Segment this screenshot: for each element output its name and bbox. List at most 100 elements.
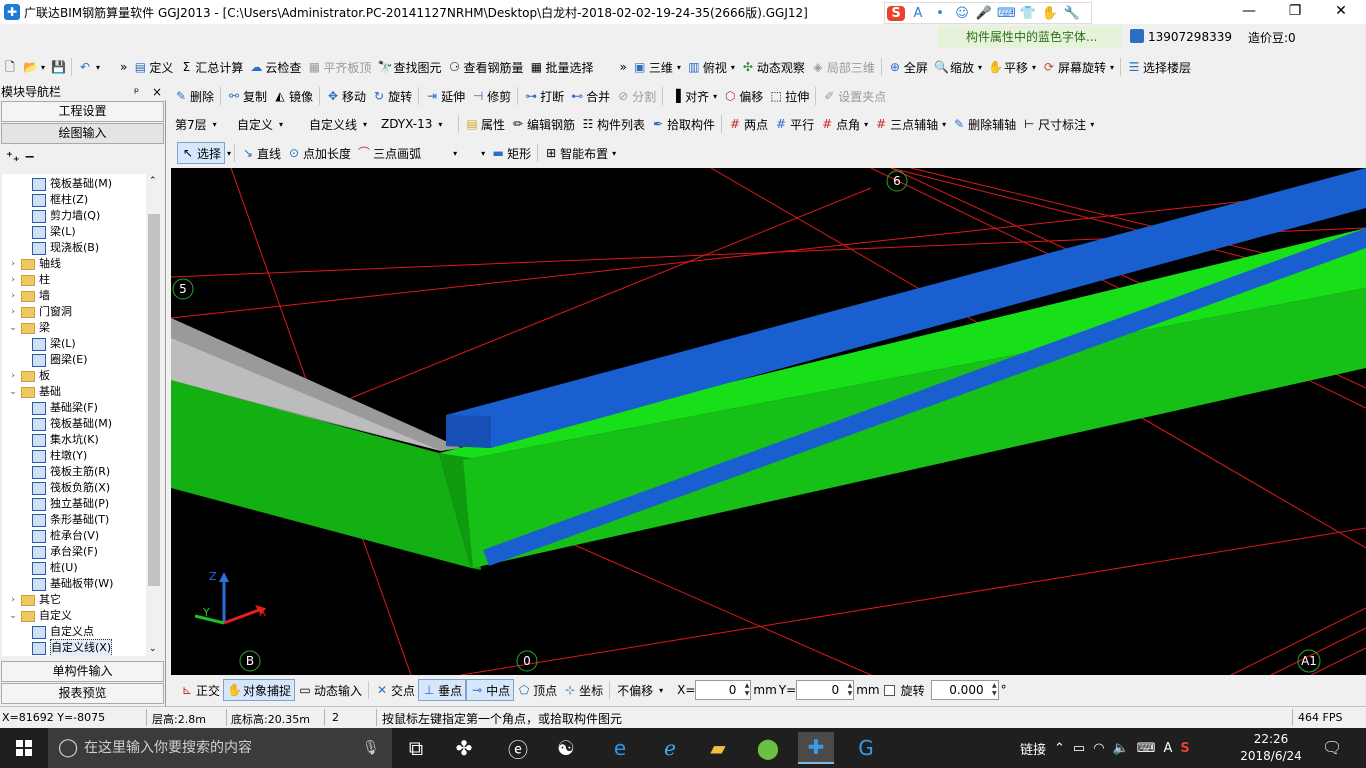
delete-axis-button[interactable]: ✎ 删除辅轴 <box>949 113 1019 135</box>
select-dropdown-icon[interactable]: ▾ <box>227 149 231 158</box>
ime-keyboard-icon[interactable]: ⌨ <box>997 6 1016 21</box>
close-button[interactable]: ✕ <box>1318 0 1364 24</box>
keyboard-icon[interactable]: ⌨ <box>1137 741 1156 756</box>
offset-mode-select[interactable]: 不偏移 ▾ <box>613 680 675 700</box>
open-file-icon[interactable]: 📂 ▾ <box>20 56 48 78</box>
drawing-viewport[interactable]: 6 5 B 0 A1 Z X Y <box>171 168 1366 675</box>
tree-item[interactable]: 剪力墙(Q) <box>32 208 100 224</box>
tree-expander-icon[interactable]: ⌄ <box>8 608 18 624</box>
scene-3d[interactable]: 6 5 B 0 A1 Z X Y <box>171 168 1366 675</box>
object-snap-button[interactable]: ✋ 对象捕捉 <box>223 679 296 701</box>
coordinate-snap-button[interactable]: ⊹ 坐标 <box>560 679 606 701</box>
rectangle-button[interactable]: ▬ 矩形 <box>488 142 534 164</box>
tree-item[interactable]: 桩承台(V) <box>32 528 99 544</box>
tree-item[interactable]: 筏板基础(M) <box>32 416 112 432</box>
battery-icon[interactable]: ▭ <box>1073 741 1085 756</box>
line-button[interactable]: ↘ 直线 <box>238 142 284 164</box>
tree-item[interactable]: 筏板主筋(R) <box>32 464 110 480</box>
fan-app-icon[interactable]: ✤ <box>446 732 482 764</box>
batch-select-button[interactable]: ▦ 批量选择 <box>526 56 596 78</box>
screen-rotate-button[interactable]: ⟳ 屏幕旋转 ▾ <box>1039 56 1117 78</box>
single-input-button[interactable]: 单构件输入 <box>1 661 164 682</box>
taskbar-clock[interactable]: 22:26 2018/6/24 <box>1240 731 1302 765</box>
align-slab-button[interactable]: ▦ 平齐板顶 <box>304 56 374 78</box>
ime-emoji-icon[interactable]: ☺ <box>953 6 971 21</box>
dynamic-view-button[interactable]: ✣ 动态观察 <box>738 56 808 78</box>
tree-expander-icon[interactable]: › <box>8 592 18 608</box>
three-point-arc-button[interactable]: ⌒ 三点画弧 ▾ <box>354 142 460 164</box>
zoom-button[interactable]: 🔍 缩放 ▾ <box>931 56 985 78</box>
align-button[interactable]: ▐ 对齐 ▾ <box>666 85 720 107</box>
project-settings-button[interactable]: 工程设置 <box>1 101 164 122</box>
select-button[interactable]: ↖ 选择 <box>177 142 226 164</box>
summary-calc-button[interactable]: Σ 汇总计算 <box>176 56 246 78</box>
define-button[interactable]: ▤ 定义 <box>130 56 176 78</box>
tree-item[interactable]: 自定义点 <box>32 624 94 640</box>
select-floor-button[interactable]: ☰ 选择楼层 <box>1124 56 1194 78</box>
task-view-icon[interactable]: ⧉ <box>398 732 434 764</box>
component-select[interactable]: ZDYX-13 ▾ <box>377 114 455 134</box>
notification-icon[interactable]: 🗨 <box>1322 738 1342 757</box>
tree-item[interactable]: 独立基础(P) <box>32 496 109 512</box>
tree-item[interactable]: 框柱(Z) <box>32 192 88 208</box>
windows-start-icon[interactable] <box>0 728 48 768</box>
midpoint-snap-button[interactable]: ⊸ 中点 <box>466 679 515 701</box>
tray-link-label[interactable]: 链接 <box>1020 739 1046 758</box>
tree-scroll-thumb[interactable] <box>148 214 160 586</box>
edit-rebar-button[interactable]: ✏ 编辑钢筋 <box>508 113 578 135</box>
toolbar-overflow-icon[interactable]: » <box>616 56 629 78</box>
ime-mode[interactable]: A <box>1164 741 1173 756</box>
copy-button[interactable]: ⚯ 复制 <box>224 85 270 107</box>
point-length-button[interactable]: ⊙ 点加长度 <box>284 142 354 164</box>
two-points-button[interactable]: # 两点 <box>725 113 771 135</box>
break-button[interactable]: ⊶ 打断 <box>521 85 567 107</box>
sogou-tray-icon[interactable]: S <box>1180 741 1189 756</box>
smart-layout-button[interactable]: ⊞ 智能布置 ▾ <box>541 142 619 164</box>
tree-expander-icon[interactable]: ⌄ <box>8 320 18 336</box>
sogou-logo-icon[interactable]: S <box>887 5 905 21</box>
floor-select[interactable]: 第7层 ▾ <box>171 114 233 134</box>
ime-tools-icon[interactable]: ✋ <box>1041 6 1059 21</box>
scroll-down-icon[interactable]: ⌄ <box>149 644 157 654</box>
microphone-icon[interactable]: 🎙 <box>362 728 380 768</box>
tree-item[interactable]: 梁(L) <box>32 224 76 240</box>
tree-folder[interactable]: ⌄ 自定义 <box>8 608 72 624</box>
new-file-icon[interactable]: 🗋 <box>0 56 20 78</box>
tree-scrollbar[interactable]: ⌃ ⌄ <box>146 174 162 656</box>
extend-button[interactable]: ⇥ 延伸 <box>422 85 468 107</box>
panel-close-icon[interactable]: × <box>152 84 162 100</box>
view-rebar-button[interactable]: ⚆ 查看钢筋量 <box>444 56 526 78</box>
merge-button[interactable]: ⊷ 合并 <box>567 85 613 107</box>
trim-button[interactable]: ⊣ 修剪 <box>468 85 514 107</box>
offset-button[interactable]: ⬡ 偏移 <box>720 85 766 107</box>
top-view-button[interactable]: ▥ 俯视 ▾ <box>684 56 738 78</box>
undo-icon[interactable]: ↶ ▾ <box>75 56 103 78</box>
delete-button[interactable]: ✎ 删除 <box>171 85 217 107</box>
dimension-button[interactable]: ⊢ 尺寸标注 ▾ <box>1019 113 1097 135</box>
type-select[interactable]: 自定义线 ▾ <box>305 114 377 134</box>
scroll-up-icon[interactable]: ⌃ <box>149 176 157 186</box>
tree-folder[interactable]: › 轴线 <box>8 256 61 272</box>
three-d-button[interactable]: ▣ 三维 ▾ <box>630 56 684 78</box>
tree-item[interactable]: 自定义线(X) <box>32 639 113 656</box>
tree-expander-icon[interactable]: › <box>8 304 18 320</box>
drawing-input-button[interactable]: 绘图输入 <box>1 123 164 144</box>
set-clamp-button[interactable]: ✐ 设置夹点 <box>819 85 889 107</box>
pan-button[interactable]: ✋ 平移 ▾ <box>985 56 1039 78</box>
volume-icon[interactable]: 🔈 <box>1113 741 1129 756</box>
ortho-button[interactable]: ⊾ 正交 <box>177 679 223 701</box>
tree-folder[interactable]: ⌄ 基础 <box>8 384 61 400</box>
category-select[interactable]: 自定义 ▾ <box>233 114 305 134</box>
file-explorer-icon[interactable]: ▰ <box>700 732 736 764</box>
ie-legacy-icon[interactable]: ⓔ <box>500 732 536 764</box>
local-3d-button[interactable]: ◈ 局部三维 <box>808 56 878 78</box>
tree-item[interactable]: 梁(L) <box>32 336 76 352</box>
tree-folder[interactable]: ⌄ 梁 <box>8 320 50 336</box>
dynamic-input-button[interactable]: ▭ 动态输入 <box>295 679 365 701</box>
ime-skin-icon[interactable]: 👕 <box>1019 6 1037 21</box>
ime-voice-icon[interactable]: 🎤 <box>975 6 993 21</box>
tree-item[interactable]: 筏板基础(M) <box>32 176 112 192</box>
ime-toolbar[interactable]: S A • ☺ 🎤 ⌨ 👕 ✋ 🔧 <box>884 2 1092 24</box>
tree-item[interactable]: 圈梁(E) <box>32 352 88 368</box>
tree-expander-icon[interactable]: › <box>8 256 18 272</box>
